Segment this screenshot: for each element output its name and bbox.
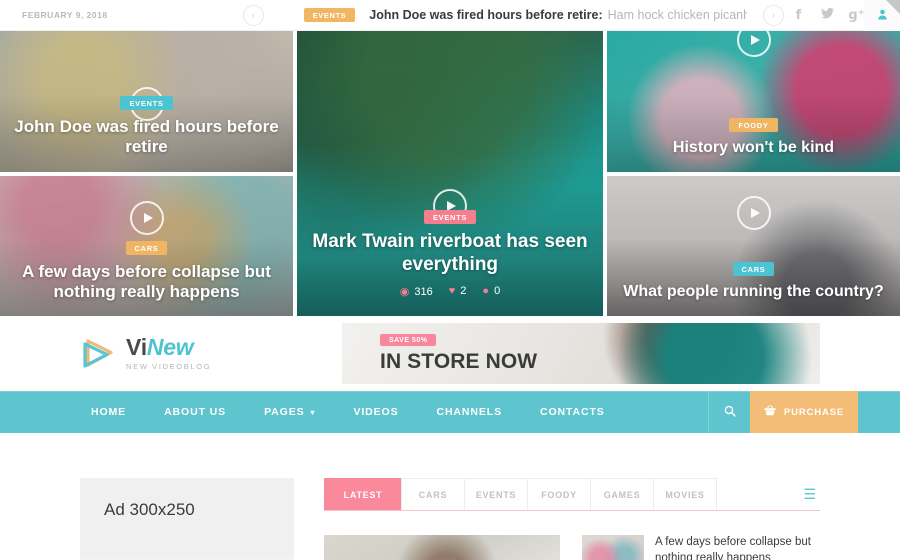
hero-category-badge[interactable]: CARS bbox=[732, 262, 775, 277]
featured-post-card[interactable] bbox=[324, 535, 560, 560]
hero-column-right: FOODY History won't be kind CARS What pe… bbox=[607, 31, 900, 316]
hero-title[interactable]: Mark Twain riverboat has seen everything bbox=[311, 231, 589, 276]
hero-card-what-people[interactable]: CARS What people running the country? bbox=[607, 175, 900, 316]
ticker-prev-button[interactable]: ‹ bbox=[242, 4, 264, 26]
search-icon bbox=[724, 405, 736, 420]
promo-banner[interactable]: SAVE 50% IN STORE NOW bbox=[342, 323, 820, 384]
views-stat: ◉ 316 bbox=[399, 286, 433, 298]
hero-title[interactable]: A few days before collapse but nothing r… bbox=[14, 262, 279, 302]
hero-grid: EVENTS John Doe was fired hours before r… bbox=[0, 31, 900, 316]
play-button[interactable] bbox=[736, 195, 771, 230]
tab-movies[interactable]: MOVIES bbox=[653, 478, 717, 510]
current-date: FEBRUARY 9, 2018 bbox=[22, 10, 108, 20]
site-logo[interactable]: ViNew NEW VIDEOBLOG bbox=[80, 335, 211, 372]
eye-icon: ◉ bbox=[399, 286, 410, 298]
comments-stat: ● 0 bbox=[482, 285, 501, 297]
list-item-title[interactable]: A few days before collapse but nothing r… bbox=[655, 535, 820, 560]
tab-events[interactable]: EVENTS bbox=[464, 478, 528, 510]
facebook-icon[interactable]: f bbox=[784, 8, 813, 23]
nav-item-videos[interactable]: VIDEOS bbox=[334, 406, 417, 418]
nav-item-pages[interactable]: PAGES ▾ bbox=[245, 406, 334, 418]
banner-save-badge: SAVE 50% bbox=[380, 333, 437, 346]
hero-column-left: EVENTS John Doe was fired hours before r… bbox=[0, 31, 293, 316]
nav-item-home[interactable]: HOME bbox=[72, 406, 145, 418]
hero-card-john-doe[interactable]: EVENTS John Doe was fired hours before r… bbox=[0, 31, 293, 172]
main-content: Ad 300x250 LATEST CARS EVENTS FOODY GAME… bbox=[0, 433, 900, 560]
content-column: LATEST CARS EVENTS FOODY GAMES MOVIES ☰ … bbox=[324, 478, 820, 560]
hero-title[interactable]: John Doe was fired hours before retire bbox=[14, 117, 279, 157]
heart-icon: ♥ bbox=[448, 285, 456, 297]
post-thumbnail bbox=[324, 535, 560, 560]
hero-stats: ◉ 316 ♥ 2 ● 0 bbox=[311, 285, 589, 298]
comment-icon: ● bbox=[482, 285, 490, 297]
hero-card-mark-twain[interactable]: EVENTS Mark Twain riverboat has seen eve… bbox=[297, 31, 603, 316]
nav-right-tools: PURCHASE bbox=[708, 391, 900, 433]
main-navigation: HOME ABOUT US PAGES ▾ VIDEOS CHANNELS CON… bbox=[0, 391, 900, 433]
ticker-headline[interactable]: John Doe was fired hours before retire: bbox=[369, 8, 602, 22]
logo-tagline: NEW VIDEOBLOG bbox=[126, 362, 212, 372]
hero-category-badge[interactable]: EVENTS bbox=[423, 210, 477, 225]
tab-games[interactable]: GAMES bbox=[590, 478, 654, 510]
nav-item-about-us[interactable]: ABOUT US bbox=[145, 406, 245, 418]
avatar-person-icon bbox=[877, 9, 888, 22]
chevron-left-icon: ‹ bbox=[251, 10, 255, 20]
search-button[interactable] bbox=[708, 391, 750, 433]
hero-card-a-few-days[interactable]: CARS A few days before collapse but noth… bbox=[0, 175, 293, 316]
ticker-category-badge[interactable]: EVENTS bbox=[303, 8, 356, 22]
tabs-menu-icon[interactable]: ☰ bbox=[803, 486, 820, 503]
purchase-button[interactable]: PURCHASE bbox=[750, 391, 858, 433]
hero-title[interactable]: History won't be kind bbox=[621, 139, 886, 158]
banner-title: IN STORE NOW bbox=[380, 349, 538, 373]
ticker-excerpt: Ham hock chicken picanha done... bbox=[607, 8, 747, 22]
chevron-down-icon: ▾ bbox=[310, 407, 316, 417]
hero-category-badge[interactable]: FOODY bbox=[729, 117, 778, 132]
ad-label: Ad 300x250 bbox=[104, 500, 195, 519]
logo-wordmark: ViNew bbox=[126, 334, 194, 361]
list-item[interactable]: A few days before collapse but nothing r… bbox=[582, 535, 820, 560]
user-avatar-button[interactable] bbox=[864, 0, 900, 31]
hero-category-badge[interactable]: CARS bbox=[125, 240, 168, 255]
play-triangle-logo-icon bbox=[80, 335, 117, 372]
hero-title[interactable]: What people running the country? bbox=[621, 283, 886, 302]
nav-links: HOME ABOUT US PAGES ▾ VIDEOS CHANNELS CON… bbox=[0, 391, 624, 433]
ticker-next-button[interactable]: › bbox=[763, 4, 784, 26]
hero-column-center: EVENTS Mark Twain riverboat has seen eve… bbox=[297, 31, 603, 316]
basket-icon bbox=[764, 405, 776, 419]
nav-item-contacts[interactable]: CONTACTS bbox=[521, 406, 624, 418]
play-button[interactable] bbox=[129, 200, 164, 235]
tab-foody[interactable]: FOODY bbox=[527, 478, 591, 510]
top-bar: FEBRUARY 9, 2018 ‹ EVENTS John Doe was f… bbox=[0, 0, 900, 31]
category-tabs: LATEST CARS EVENTS FOODY GAMES MOVIES ☰ bbox=[324, 478, 820, 511]
brand-row: ViNew NEW VIDEOBLOG SAVE 50% IN STORE NO… bbox=[0, 316, 900, 391]
nav-item-channels[interactable]: CHANNELS bbox=[417, 406, 520, 418]
twitter-icon[interactable] bbox=[813, 7, 842, 23]
ad-placeholder[interactable]: Ad 300x250 bbox=[80, 478, 294, 560]
likes-stat: ♥ 2 bbox=[448, 285, 467, 297]
post-thumbnail bbox=[582, 535, 644, 560]
hero-category-badge[interactable]: EVENTS bbox=[120, 96, 173, 111]
chevron-right-icon: › bbox=[772, 10, 775, 20]
ad-artwork bbox=[80, 556, 294, 560]
tab-cars[interactable]: CARS bbox=[401, 478, 465, 510]
hero-card-history[interactable]: FOODY History won't be kind bbox=[607, 31, 900, 172]
tab-latest[interactable]: LATEST bbox=[324, 478, 402, 510]
post-list: A few days before collapse but nothing r… bbox=[324, 535, 820, 560]
